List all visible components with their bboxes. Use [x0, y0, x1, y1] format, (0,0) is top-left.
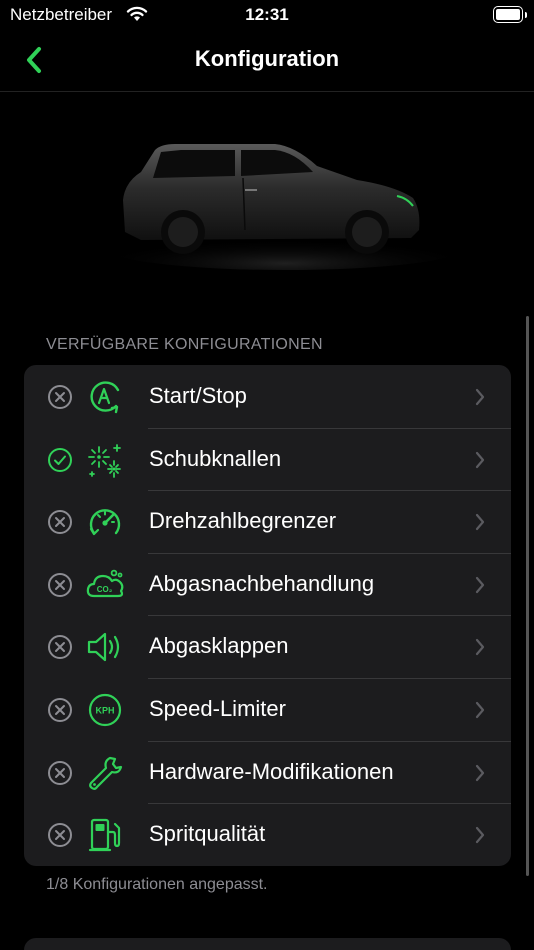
list-item-label: Schubknallen — [149, 445, 282, 471]
list-item-spritqualitaet[interactable]: Spritqualität — [24, 803, 511, 866]
list-item-label: Hardware-Modifikationen — [149, 758, 394, 784]
chevron-right-icon — [475, 514, 485, 531]
chevron-right-icon — [475, 576, 485, 593]
fireworks-icon — [88, 443, 121, 478]
co2-cloud-icon: CO₂ — [86, 569, 124, 597]
list-item-speed-limiter[interactable]: KPH Speed-Limiter — [24, 677, 511, 741]
rev-limiter-icon — [89, 509, 121, 536]
scroll-indicator[interactable] — [526, 316, 529, 876]
speaker-icon — [87, 633, 120, 662]
not-adjusted-icon — [48, 635, 72, 660]
not-adjusted-icon — [48, 760, 72, 785]
list-item-label: Spritqualität — [149, 821, 266, 847]
fuel-pump-icon — [88, 819, 121, 852]
chevron-right-icon — [475, 639, 485, 656]
chevron-right-icon — [475, 764, 485, 781]
svg-text:CO₂: CO₂ — [97, 585, 113, 594]
list-item-label: Abgasklappen — [149, 633, 289, 659]
wrench-icon — [89, 756, 123, 790]
auto-start-stop-icon — [90, 381, 120, 414]
not-adjusted-icon — [48, 572, 72, 597]
not-adjusted-icon — [48, 385, 72, 409]
clock: 12:31 — [245, 5, 289, 24]
not-adjusted-icon — [48, 697, 72, 722]
not-adjusted-icon — [48, 823, 72, 848]
list-item-hardware-modifikationen[interactable]: Hardware-Modifikationen — [24, 740, 511, 804]
not-adjusted-icon — [48, 510, 72, 535]
navigation-bar: Konfiguration — [0, 30, 534, 92]
list-item-label: Speed-Limiter — [149, 695, 286, 721]
battery-icon — [493, 6, 523, 23]
svg-text:KPH: KPH — [95, 705, 114, 715]
list-item-abgasklappen[interactable]: Abgasklappen — [24, 615, 511, 678]
chevron-right-icon — [475, 388, 485, 406]
checkmark-circle-icon — [48, 447, 72, 472]
status-bar: Netzbetreiber 12:31 — [0, 0, 534, 30]
list-item-label: Abgasnachbehandlung — [149, 570, 375, 596]
list-item-start-stop[interactable]: Start/Stop — [24, 365, 511, 428]
section-header: VERFÜGBARE KONFIGURATIONEN — [46, 336, 323, 353]
chevron-right-icon — [475, 451, 485, 468]
section-footer: 1/8 Konfigurationen angepasst. — [46, 876, 268, 893]
page-title: Konfiguration — [194, 46, 340, 71]
list-item-label: Start/Stop — [149, 383, 247, 408]
car-image — [105, 144, 465, 270]
kph-icon: KPH — [88, 693, 122, 727]
list-item-drehzahlbegrenzer[interactable]: Drehzahlbegrenzer — [24, 490, 511, 553]
list-item-abgasnachbehandlung[interactable]: CO₂ Abgasnachbehandlung — [24, 552, 511, 616]
chevron-right-icon — [475, 701, 485, 719]
chevron-right-icon — [475, 827, 485, 844]
list-item-schubknallen[interactable]: Schubknallen — [24, 427, 511, 491]
next-section-card — [24, 938, 511, 950]
configuration-list: Start/Stop Schubknallen Drehzahlbegrenze… — [24, 365, 511, 866]
list-item-label: Drehzahlbegrenzer — [149, 508, 337, 534]
